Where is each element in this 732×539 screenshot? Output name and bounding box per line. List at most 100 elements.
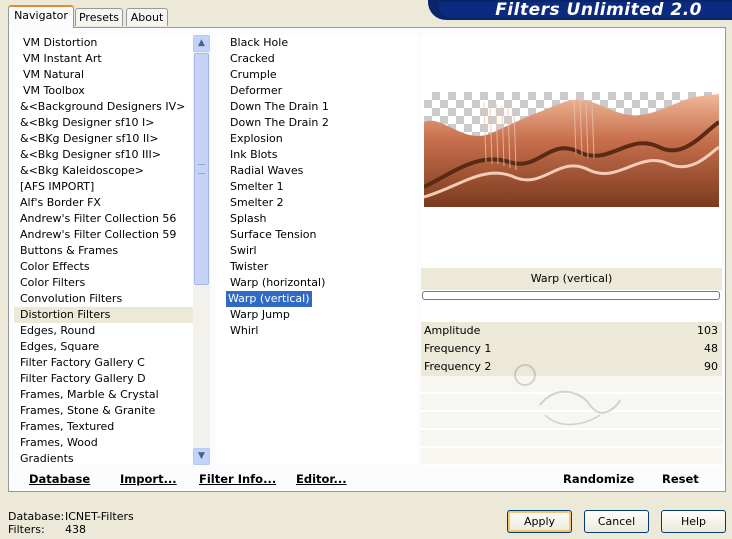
category-item[interactable]: Andrew's Filter Collection 59	[14, 227, 193, 243]
category-item[interactable]: Filter Factory Gallery C	[14, 355, 193, 371]
filter-item[interactable]: Explosion	[216, 131, 417, 147]
database-button[interactable]: Database	[29, 472, 90, 486]
filter-item[interactable]: Warp (vertical)	[216, 291, 417, 307]
import-button[interactable]: Import...	[120, 472, 177, 486]
filter-item[interactable]: Black Hole	[216, 35, 417, 51]
category-item[interactable]: VM Instant Art	[14, 51, 193, 67]
parameter-value: 90	[704, 360, 718, 373]
filter-list[interactable]: Black Hole Cracked Crumple Deformer Down The…	[216, 35, 417, 465]
cancel-button[interactable]: Cancel	[584, 510, 649, 533]
filter-item-label: Warp (horizontal)	[230, 276, 326, 289]
filter-item[interactable]: Cracked	[216, 51, 417, 67]
category-item[interactable]: Edges, Square	[14, 339, 193, 355]
filter-item-label: Warp (vertical)	[226, 291, 312, 307]
tab-about[interactable]: About	[126, 8, 168, 26]
filters-count-value: 438	[65, 523, 86, 536]
category-item[interactable]: VM Toolbox	[14, 83, 193, 99]
parameter-value: 103	[697, 324, 718, 337]
randomize-button[interactable]: Randomize	[563, 472, 634, 486]
filter-item-label: Swirl	[230, 244, 257, 257]
filter-item[interactable]: Radial Waves	[216, 163, 417, 179]
reset-button[interactable]: Reset	[662, 472, 699, 486]
parameter-label: Frequency 2	[424, 360, 492, 373]
chevron-down-icon: ▼	[198, 451, 205, 461]
watermark-logo	[510, 360, 630, 440]
apply-button[interactable]: Apply	[507, 510, 572, 533]
category-item[interactable]: VM Natural	[14, 67, 193, 83]
preview-image	[423, 92, 721, 207]
category-item[interactable]: &<Bkg Kaleidoscope>	[14, 163, 193, 179]
parameter-row[interactable]: Amplitude 103	[421, 322, 722, 341]
category-item[interactable]: &<Background Designers IV>	[14, 99, 193, 115]
tab-navigator[interactable]: Navigator	[8, 5, 74, 28]
filter-item-label: Cracked	[230, 52, 275, 65]
category-item[interactable]: Alf's Border FX	[14, 195, 193, 211]
scroll-up-button[interactable]: ▲	[193, 35, 210, 52]
filter-item-label: Warp Jump	[230, 308, 290, 321]
parameter-label: Amplitude	[424, 324, 481, 337]
filter-item[interactable]: Down The Drain 1	[216, 99, 417, 115]
filter-item-label: Down The Drain 2	[230, 116, 329, 129]
category-item[interactable]: [AFS IMPORT]	[14, 179, 193, 195]
filter-item-label: Twister	[230, 260, 269, 273]
filter-item[interactable]: Deformer	[216, 83, 417, 99]
tab-presets[interactable]: Presets	[75, 8, 123, 26]
database-label: Database:	[8, 510, 65, 523]
scroll-thumb[interactable]	[194, 53, 209, 285]
filter-item-label: Whirl	[230, 324, 259, 337]
filter-item[interactable]: Warp Jump	[216, 307, 417, 323]
filter-item-label: Down The Drain 1	[230, 100, 329, 113]
category-item[interactable]: Color Filters	[14, 275, 193, 291]
category-item[interactable]: Filter Factory Gallery D	[14, 371, 193, 387]
category-item[interactable]: Edges, Round	[14, 323, 193, 339]
category-item[interactable]: Frames, Marble & Crystal	[14, 387, 193, 403]
preview-warp-graphic	[423, 94, 721, 207]
category-item[interactable]: Buttons & Frames	[14, 243, 193, 259]
category-item[interactable]: Convolution Filters	[14, 291, 193, 307]
current-filter-name: Warp (vertical)	[421, 268, 722, 290]
filter-item[interactable]: Ink Blots	[216, 147, 417, 163]
filter-item[interactable]: Splash	[216, 211, 417, 227]
filter-item-label: Ink Blots	[230, 148, 278, 161]
category-item[interactable]: Frames, Wood	[14, 435, 193, 451]
filter-item[interactable]: Smelter 1	[216, 179, 417, 195]
category-item[interactable]: Distortion Filters	[14, 307, 193, 323]
filter-item[interactable]: Surface Tension	[216, 227, 417, 243]
category-item[interactable]: &<Bkg Designer sf10 III>	[14, 147, 193, 163]
parameter-label: Frequency 1	[424, 342, 492, 355]
editor-button[interactable]: Editor...	[296, 472, 347, 486]
filter-item-label: Crumple	[230, 68, 277, 81]
filters-count-label: Filters:	[8, 523, 45, 536]
category-scrollbar[interactable]: ▲ ▼	[193, 35, 210, 465]
help-button[interactable]: Help	[661, 510, 726, 533]
filter-item[interactable]: Smelter 2	[216, 195, 417, 211]
database-value: ICNET-Filters	[65, 510, 134, 523]
category-item[interactable]: Andrew's Filter Collection 56	[14, 211, 193, 227]
category-item[interactable]: &<Bkg Designer sf10 I>	[14, 115, 193, 131]
filter-item[interactable]: Whirl	[216, 323, 417, 339]
category-list[interactable]: VM Distortion VM Instant Art VM Natural VM …	[14, 35, 193, 465]
filter-item[interactable]: Down The Drain 2	[216, 115, 417, 131]
chevron-up-icon: ▲	[198, 38, 205, 48]
category-item[interactable]: Gradients	[14, 451, 193, 465]
filter-item[interactable]: Warp (horizontal)	[216, 275, 417, 291]
filter-item-label: Surface Tension	[230, 228, 317, 241]
app-title: Filters Unlimited 2.0	[495, 0, 702, 20]
category-item[interactable]: Frames, Textured	[14, 419, 193, 435]
filter-item[interactable]: Crumple	[216, 67, 417, 83]
filter-info-button[interactable]: Filter Info...	[199, 472, 276, 486]
filter-item-label: Black Hole	[230, 36, 289, 49]
title-banner: Filters Unlimited 2.0	[428, 0, 732, 20]
category-item[interactable]: VM Distortion	[14, 35, 193, 51]
scroll-down-button[interactable]: ▼	[193, 448, 210, 465]
parameter-empty-row	[421, 448, 722, 466]
filter-item[interactable]: Twister	[216, 259, 417, 275]
category-item[interactable]: &<BKg Designer sf10 II>	[14, 131, 193, 147]
category-item[interactable]: Frames, Stone & Granite	[14, 403, 193, 419]
filter-item[interactable]: Swirl	[216, 243, 417, 259]
filter-item-label: Smelter 1	[230, 180, 284, 193]
category-item[interactable]: Color Effects	[14, 259, 193, 275]
parameter-row[interactable]: Frequency 1 48	[421, 340, 722, 359]
filter-item-label: Radial Waves	[230, 164, 304, 177]
filter-item-label: Explosion	[230, 132, 283, 145]
